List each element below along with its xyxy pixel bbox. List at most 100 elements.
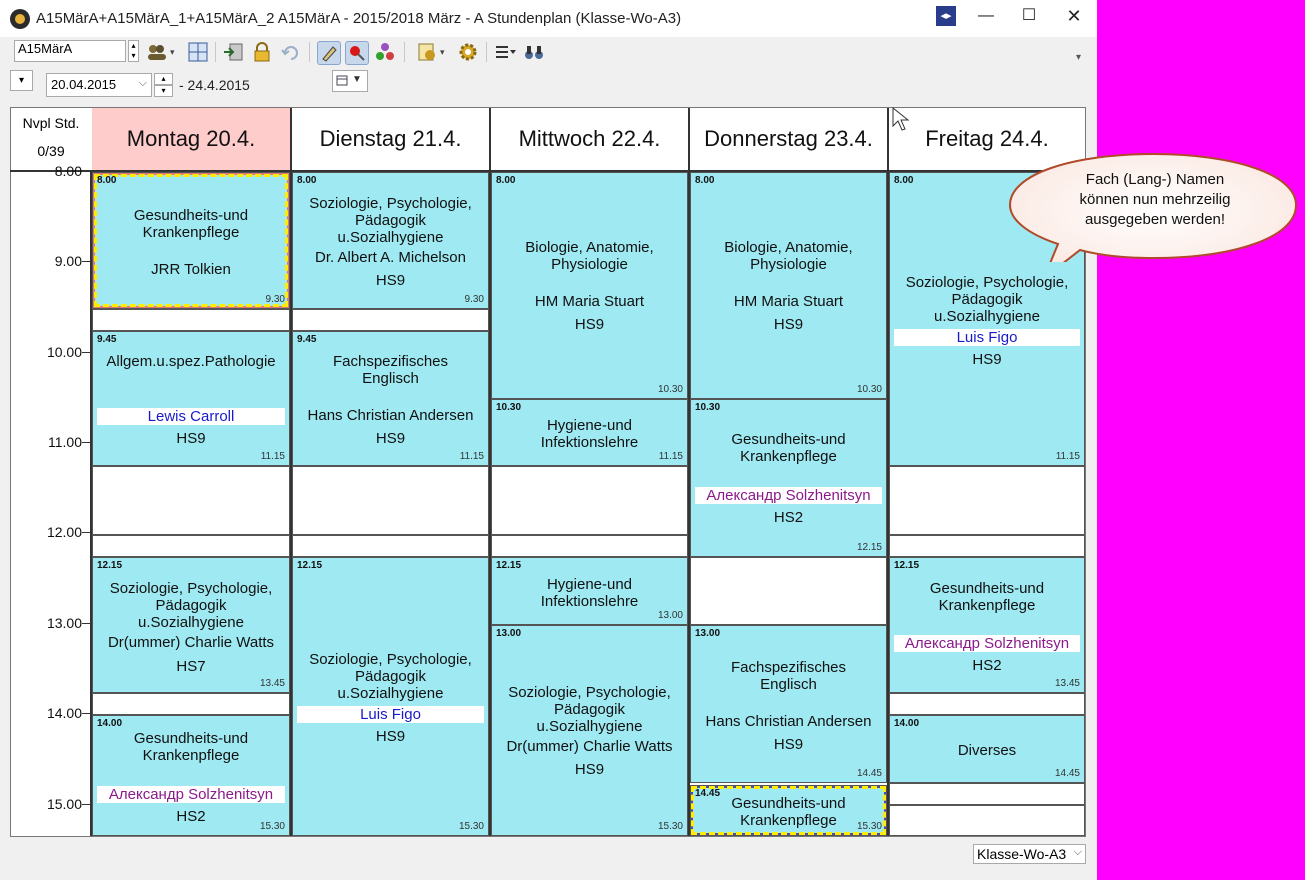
lesson-subject: Fachspezifisches Englisch: [332, 353, 449, 387]
lesson-block[interactable]: 8.00 Gesundheits-und Krankenpflege JRR To…: [92, 172, 290, 309]
maximize-button[interactable]: ☐: [1006, 0, 1052, 32]
lesson-block[interactable]: 12.15 Gesundheits-und Krankenpflege Алекс…: [889, 557, 1085, 693]
lesson-teacher: HM Maria Stuart: [534, 293, 645, 310]
lesson-teacher: Luis Figo: [894, 329, 1080, 346]
lesson-teacher: HM Maria Stuart: [733, 293, 844, 310]
lesson-teacher: Dr. Albert A. Michelson: [315, 249, 466, 266]
lesson-start: 8.00: [97, 175, 117, 186]
minimize-button[interactable]: —: [963, 0, 1009, 32]
list-options-icon[interactable]: [494, 41, 516, 63]
lesson-subject: Allgem.u.spez.Pathologie: [106, 353, 276, 370]
lesson-subject: Soziologie, Psychologie, Pädagogik u.Sozia…: [508, 684, 671, 735]
lesson-end: 10.30: [657, 384, 683, 395]
highlight-pin-icon[interactable]: [345, 41, 369, 65]
lesson-room: HS7: [176, 658, 206, 675]
window-title: A15MärA+A15MärA_1+A15MärA_2 A15MärA - 20…: [36, 10, 682, 27]
lesson-end: 11.15: [1055, 451, 1080, 462]
day-header-thursday[interactable]: Donnerstag 23.4.: [690, 108, 889, 170]
binoculars-icon[interactable]: [523, 41, 545, 63]
date-spin-up-button[interactable]: ▴: [154, 73, 173, 85]
teachers-icon[interactable]: [146, 41, 168, 63]
view-menu-button[interactable]: ▾: [10, 70, 33, 91]
lesson-subject: Biologie, Anatomie, Physiologie: [525, 239, 654, 273]
print-settings-icon[interactable]: [416, 41, 438, 63]
date-spin-down-button[interactable]: ▾: [154, 85, 173, 97]
empty-slot[interactable]: [92, 309, 290, 331]
lesson-block[interactable]: 10.30 Hygiene-und Infektionslehre 11.15: [491, 399, 688, 466]
lesson-subject: Gesundheits-und Krankenpflege: [731, 431, 846, 465]
lesson-block[interactable]: 14.00 Diverses 14.45: [889, 715, 1085, 783]
empty-slot[interactable]: [92, 535, 290, 557]
empty-slot[interactable]: [889, 805, 1085, 836]
empty-slot[interactable]: [491, 535, 688, 557]
lesson-block[interactable]: 12.15 Hygiene-und Infektionslehre 13.00: [491, 557, 688, 625]
lesson-block[interactable]: 8.00 Biologie, Anatomie, Physiologie HM M…: [690, 172, 887, 399]
lesson-block[interactable]: 14.45 Gesundheits-und Krankenpflege 15.30: [690, 785, 887, 836]
lesson-start: 13.00: [695, 628, 721, 639]
toolbar-overflow-button[interactable]: ▾: [1076, 52, 1081, 63]
color-groups-icon[interactable]: [374, 41, 396, 63]
empty-slot[interactable]: [491, 466, 688, 535]
chevron-down-icon: ⌵: [1073, 846, 1082, 858]
lesson-block[interactable]: 13.00 Soziologie, Psychologie, Pädagogik u…: [491, 625, 688, 836]
lesson-block[interactable]: 9.45 Allgem.u.spez.Pathologie Lewis Carr…: [92, 331, 290, 466]
lesson-room: HS9: [972, 351, 1002, 368]
layout-select[interactable]: ▼: [332, 70, 368, 92]
lesson-block[interactable]: 9.45 Fachspezifisches Englisch Hans Chris…: [292, 331, 489, 466]
lesson-end: 12.15: [856, 542, 882, 553]
undo-icon[interactable]: [280, 41, 302, 63]
empty-slot[interactable]: [292, 309, 489, 331]
view-select[interactable]: Klasse-Wo-A3 ⌵: [973, 844, 1086, 864]
day-header-monday[interactable]: Montag 20.4.: [92, 108, 292, 170]
lesson-block[interactable]: 8.00 Biologie, Anatomie, Physiologie HM M…: [491, 172, 688, 399]
lesson-teacher: Dr(ummer) Charlie Watts: [506, 738, 673, 755]
lesson-block[interactable]: 12.15 Soziologie, Psychologie, Pädagogik u…: [292, 557, 489, 836]
teachers-dropdown-icon[interactable]: ▾: [170, 41, 180, 63]
lesson-block[interactable]: 14.00 Gesundheits-und Krankenpflege Алекс…: [92, 715, 290, 836]
empty-slot[interactable]: [92, 693, 290, 715]
lesson-block[interactable]: 12.15 Soziologie, Psychologie, Pädagogik u…: [92, 557, 290, 693]
lock-icon[interactable]: [251, 41, 273, 63]
lesson-teacher: Hans Christian Andersen: [705, 713, 872, 730]
empty-slot[interactable]: [292, 466, 489, 535]
print-dropdown-icon[interactable]: ▾: [440, 41, 450, 63]
gear-icon[interactable]: [457, 41, 479, 63]
import-icon[interactable]: [222, 41, 244, 63]
day-header-wednesday[interactable]: Mittwoch 22.4.: [491, 108, 690, 170]
empty-slot[interactable]: [889, 693, 1085, 715]
lesson-end: 10.30: [856, 384, 882, 395]
empty-slot[interactable]: [889, 783, 1085, 805]
lesson-block[interactable]: 8.00 Soziologie, Psychologie, Pädagogik u.…: [292, 172, 489, 309]
date-picker-input[interactable]: 20.04.2015 ⌵: [46, 73, 152, 97]
empty-slot[interactable]: [889, 535, 1085, 557]
empty-slot[interactable]: [690, 557, 887, 625]
class-select[interactable]: A15MärA: [14, 40, 126, 62]
lesson-teacher: Dr(ummer) Charlie Watts: [107, 634, 275, 651]
lesson-start: 12.15: [496, 560, 522, 571]
mouse-cursor-icon: [892, 107, 910, 131]
lesson-start: 14.00: [97, 718, 123, 729]
empty-slot[interactable]: [92, 466, 290, 535]
empty-slot[interactable]: [292, 535, 489, 557]
grid-view-icon[interactable]: [187, 41, 209, 63]
lesson-end: 15.30: [856, 821, 882, 832]
empty-slot[interactable]: [889, 466, 1085, 535]
time-label: 9.00: [54, 253, 82, 269]
time-label: 14.00: [46, 705, 82, 721]
lesson-start: 10.30: [496, 402, 522, 413]
lesson-end: 13.45: [1054, 678, 1080, 689]
lesson-room: HS9: [574, 761, 605, 778]
edit-pencil-icon[interactable]: [317, 41, 341, 65]
lesson-subject: Soziologie, Psychologie, Pädagogik u.Sozia…: [309, 195, 472, 246]
lesson-teacher: Александр Solzhenitsyn: [894, 635, 1080, 652]
day-header-tuesday[interactable]: Dienstag 21.4.: [292, 108, 491, 170]
lesson-block[interactable]: 13.00 Fachspezifisches Englisch Hans Chri…: [690, 625, 887, 783]
class-select-value: A15MärA: [18, 41, 73, 56]
time-label: 11.00: [48, 434, 82, 450]
class-spin-button[interactable]: ▴ ▾: [128, 40, 139, 62]
close-button[interactable]: ✕: [1051, 0, 1097, 32]
lesson-block[interactable]: 10.30 Gesundheits-und Krankenpflege Алекс…: [690, 399, 887, 557]
time-label: 15.00: [46, 796, 82, 812]
split-view-button[interactable]: ◂▸: [936, 6, 956, 26]
lesson-subject: Hygiene-und Infektionslehre: [540, 417, 639, 451]
